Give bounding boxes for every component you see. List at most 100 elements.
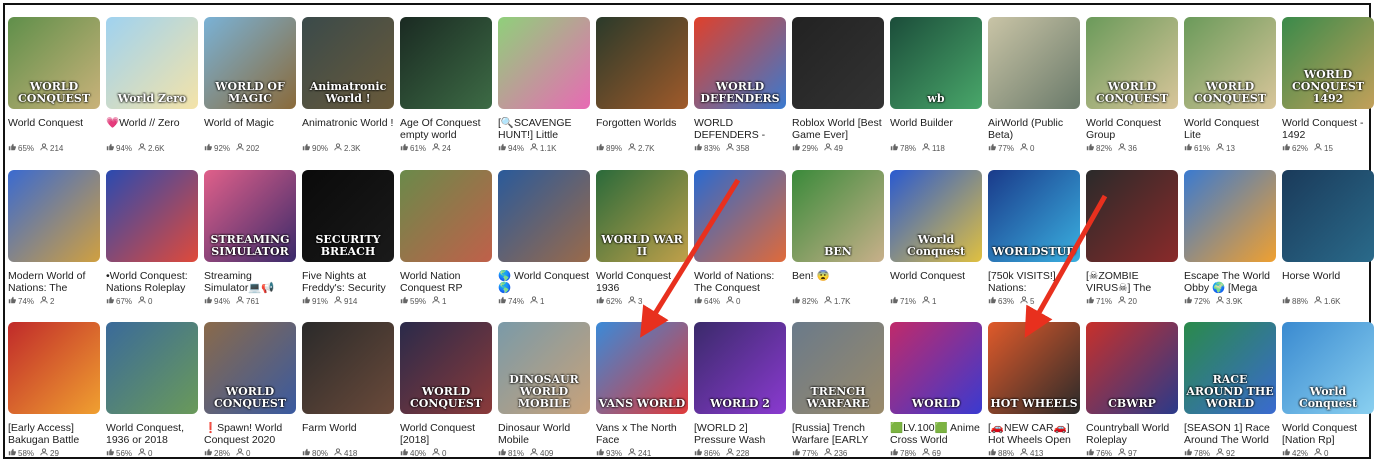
game-thumbnail[interactable]: WORLD CONQUEST — [400, 322, 492, 414]
game-title[interactable]: 💗World // Zero — [106, 117, 200, 141]
game-thumbnail[interactable] — [8, 322, 100, 414]
game-title[interactable]: Vans x The North Face — [596, 422, 690, 446]
game-card[interactable]: WORLDSTUD [750k VISITS!] Nations: 63% 5 — [988, 170, 1086, 306]
game-thumbnail[interactable] — [302, 322, 394, 414]
game-thumbnail[interactable]: World Conquest — [890, 170, 982, 262]
game-thumbnail[interactable]: WORLD OF MAGIC — [204, 17, 296, 109]
game-title[interactable]: World of Magic — [204, 117, 298, 141]
game-card[interactable]: WORLD 🟩LV.100🟩 Anime Cross World 78% 69 — [890, 322, 988, 458]
game-thumbnail[interactable] — [1282, 170, 1374, 262]
game-card[interactable]: 🌎 World Conquest 🌎 74% 1 — [498, 170, 596, 306]
game-thumbnail[interactable]: WORLDSTUD — [988, 170, 1080, 262]
game-card[interactable]: WORLD CONQUEST World Conquest 65% 214 — [8, 17, 106, 153]
game-thumbnail[interactable]: SECURITY BREACH — [302, 170, 394, 262]
game-card[interactable]: CBWRP Countryball World Roleplay 76% 97 — [1086, 322, 1184, 458]
game-title[interactable]: AirWorld (Public Beta) — [988, 117, 1082, 141]
game-thumbnail[interactable] — [1184, 170, 1276, 262]
game-title[interactable]: [🚗NEW CAR🚗] Hot Wheels Open — [988, 422, 1082, 446]
game-thumbnail[interactable]: WORLD CONQUEST — [8, 17, 100, 109]
game-title[interactable]: Animatronic World ! — [302, 117, 396, 141]
game-card[interactable]: Escape The World Obby 🌍 [Mega 72% 3.9K — [1184, 170, 1282, 306]
game-title[interactable]: Dinosaur World Mobile — [498, 422, 592, 446]
game-title[interactable]: Escape The World Obby 🌍 [Mega — [1184, 270, 1278, 294]
game-thumbnail[interactable]: STREAMING SIMULATOR — [204, 170, 296, 262]
game-card[interactable]: DINOSAUR WORLD MOBILE Dinosaur World Mobi… — [498, 322, 596, 458]
game-card[interactable]: WORLD WAR II World Conquest 1936 62% 3 — [596, 170, 694, 306]
game-title[interactable]: Horse World — [1282, 270, 1376, 294]
game-title[interactable]: World Conquest — [890, 270, 984, 294]
game-card[interactable]: BEN Ben! 😨 82% 1.7K — [792, 170, 890, 306]
game-thumbnail[interactable]: WORLD CONQUEST — [204, 322, 296, 414]
game-thumbnail[interactable]: WORLD DEFENDERS — [694, 17, 786, 109]
game-title[interactable]: World of Nations: The Conquest — [694, 270, 788, 294]
game-card[interactable]: VANS WORLD Vans x The North Face 93% 241 — [596, 322, 694, 458]
game-card[interactable]: World Zero 💗World // Zero 94% 2.6K — [106, 17, 204, 153]
game-thumbnail[interactable]: TRENCH WARFARE — [792, 322, 884, 414]
game-thumbnail[interactable] — [400, 170, 492, 262]
game-thumbnail[interactable] — [400, 17, 492, 109]
game-title[interactable]: Farm World — [302, 422, 396, 446]
game-title[interactable]: Countryball World Roleplay — [1086, 422, 1180, 446]
game-thumbnail[interactable] — [596, 17, 688, 109]
game-card[interactable]: World Nation Conquest RP 59% 1 — [400, 170, 498, 306]
game-card[interactable]: Roblox World [Best Game Ever] 29% 49 — [792, 17, 890, 153]
game-card[interactable]: Modern World of Nations: The 74% 2 — [8, 170, 106, 306]
game-thumbnail[interactable] — [498, 170, 590, 262]
game-title[interactable]: Streaming Simulator💻📢 — [204, 270, 298, 294]
game-title[interactable]: [750k VISITS!] Nations: — [988, 270, 1082, 294]
game-card[interactable]: WORLD OF MAGIC World of Magic 92% 202 — [204, 17, 302, 153]
game-title[interactable]: [Russia] Trench Warfare [EARLY — [792, 422, 886, 446]
game-card[interactable]: •World Conquest: Nations Roleplay 67% 0 — [106, 170, 204, 306]
game-card[interactable]: WORLD DEFENDERS WORLD DEFENDERS - 83% 358 — [694, 17, 792, 153]
game-title[interactable]: World Conquest Lite — [1184, 117, 1278, 141]
game-thumbnail[interactable] — [106, 170, 198, 262]
game-title[interactable]: [☠ZOMBIE VIRUS☠] The — [1086, 270, 1180, 294]
game-card[interactable]: WORLD CONQUEST World Conquest [2018] 40% 0 — [400, 322, 498, 458]
game-thumbnail[interactable]: WORLD WAR II — [596, 170, 688, 262]
game-card[interactable]: wb World Builder 78% 118 — [890, 17, 988, 153]
game-title[interactable]: WORLD DEFENDERS - — [694, 117, 788, 141]
game-card[interactable]: [Early Access] Bakugan Battle 58% 29 — [8, 322, 106, 458]
game-card[interactable]: [☠ZOMBIE VIRUS☠] The 71% 20 — [1086, 170, 1184, 306]
game-card[interactable]: Age Of Conquest empty world 61% 24 — [400, 17, 498, 153]
game-thumbnail[interactable]: RACE AROUND THE WORLD — [1184, 322, 1276, 414]
game-thumbnail[interactable]: BEN — [792, 170, 884, 262]
game-title[interactable]: World Conquest - 1492 — [1282, 117, 1376, 141]
game-card[interactable]: WORLD CONQUEST World Conquest Group 82% 36 — [1086, 17, 1184, 153]
game-title[interactable]: World Conquest [2018] — [400, 422, 494, 446]
game-thumbnail[interactable]: DINOSAUR WORLD MOBILE — [498, 322, 590, 414]
game-card[interactable]: HOT WHEELS [🚗NEW CAR🚗] Hot Wheels Open 88%… — [988, 322, 1086, 458]
game-title[interactable]: Five Nights at Freddy's: Security — [302, 270, 396, 294]
game-card[interactable]: World Conquest World Conquest [Nation Rp]… — [1282, 322, 1377, 458]
game-thumbnail[interactable] — [988, 17, 1080, 109]
game-card[interactable]: Farm World 80% 418 — [302, 322, 400, 458]
game-thumbnail[interactable]: World Conquest — [1282, 322, 1374, 414]
game-title[interactable]: World Conquest 1936 — [596, 270, 690, 294]
game-title[interactable]: Forgotten Worlds — [596, 117, 690, 141]
game-card[interactable]: SECURITY BREACH Five Nights at Freddy's: … — [302, 170, 400, 306]
game-thumbnail[interactable]: WORLD CONQUEST — [1086, 17, 1178, 109]
game-thumbnail[interactable]: wb — [890, 17, 982, 109]
game-title[interactable]: World Nation Conquest RP — [400, 270, 494, 294]
game-card[interactable]: WORLD 2 [WORLD 2] Pressure Wash 86% 228 — [694, 322, 792, 458]
game-thumbnail[interactable] — [498, 17, 590, 109]
game-card[interactable]: RACE AROUND THE WORLD [SEASON 1] Race Aro… — [1184, 322, 1282, 458]
game-title[interactable]: Ben! 😨 — [792, 270, 886, 294]
game-thumbnail[interactable]: WORLD CONQUEST — [1184, 17, 1276, 109]
game-card[interactable]: STREAMING SIMULATOR Streaming Simulator💻📢… — [204, 170, 302, 306]
game-thumbnail[interactable]: WORLD — [890, 322, 982, 414]
game-card[interactable]: WORLD CONQUEST World Conquest Lite 61% 13 — [1184, 17, 1282, 153]
game-card[interactable]: TRENCH WARFARE [Russia] Trench Warfare [E… — [792, 322, 890, 458]
game-card[interactable]: World of Nations: The Conquest 64% 0 — [694, 170, 792, 306]
game-title[interactable]: World Conquest [Nation Rp] — [1282, 422, 1376, 446]
game-thumbnail[interactable]: World Zero — [106, 17, 198, 109]
game-thumbnail[interactable]: WORLD CONQUEST 1492 — [1282, 17, 1374, 109]
game-title[interactable]: 🌎 World Conquest 🌎 — [498, 270, 592, 294]
game-thumbnail[interactable]: CBWRP — [1086, 322, 1178, 414]
game-title[interactable]: Modern World of Nations: The — [8, 270, 102, 294]
game-title[interactable]: [SEASON 1] Race Around The World — [1184, 422, 1278, 446]
game-title[interactable]: •World Conquest: Nations Roleplay — [106, 270, 200, 294]
game-title[interactable]: World Conquest Group — [1086, 117, 1180, 141]
game-thumbnail[interactable] — [1086, 170, 1178, 262]
game-title[interactable]: [WORLD 2] Pressure Wash — [694, 422, 788, 446]
